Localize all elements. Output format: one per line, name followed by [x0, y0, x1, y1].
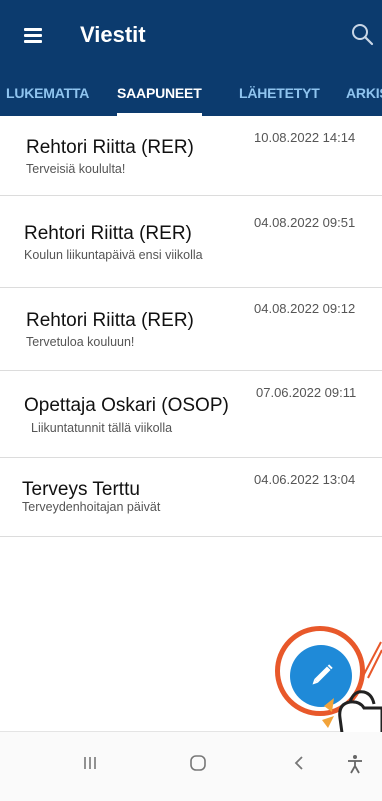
page-title: Viestit [80, 22, 146, 47]
header-bar: Viestit LUKEMATTA SAAPUNEET LÄHETETYT AR… [0, 0, 382, 116]
hamburger-menu-icon[interactable] [22, 26, 46, 44]
message-item[interactable]: Rehtori Riitta (RER) Koulun liikuntapäiv… [0, 196, 382, 288]
message-item[interactable]: Rehtori Riitta (RER) Terveisiä koululta!… [0, 116, 382, 196]
message-item[interactable]: Rehtori Riitta (RER) Tervetuloa kouluun!… [0, 288, 382, 371]
message-date: 04.08.2022 09:51 [254, 215, 356, 230]
message-item[interactable]: Terveys Terttu Terveydenhoitajan päivät … [0, 458, 382, 537]
message-list: Rehtori Riitta (RER) Terveisiä koululta!… [0, 116, 382, 537]
message-date: 10.08.2022 14:14 [254, 130, 356, 145]
compose-button[interactable] [290, 645, 352, 707]
tab-bar: LUKEMATTA SAAPUNEET LÄHETETYT ARKIS [0, 78, 382, 116]
message-preview: Terveydenhoitajan päivät [22, 500, 161, 514]
system-nav-bar [0, 732, 382, 801]
pointer-line [361, 641, 382, 679]
message-date: 07.06.2022 09:11 [256, 385, 357, 400]
message-preview: Tervetuloa kouluun! [26, 335, 135, 349]
message-item[interactable]: Opettaja Oskari (OSOP) Liikuntatunnit tä… [0, 371, 382, 458]
message-preview: Koulun liikuntapäivä ensi viikolla [24, 248, 203, 262]
message-sender: Rehtori Riitta (RER) [24, 223, 192, 244]
tab-lukematta[interactable]: LUKEMATTA [6, 78, 89, 116]
back-icon[interactable] [292, 754, 306, 772]
search-icon[interactable] [350, 22, 376, 48]
message-date: 04.08.2022 09:12 [254, 301, 356, 316]
tab-arkisto[interactable]: ARKIS [346, 78, 382, 116]
accessibility-icon[interactable] [345, 754, 365, 774]
recent-apps-icon[interactable] [82, 754, 98, 772]
app-bar: Viestit [0, 0, 382, 68]
home-icon[interactable] [189, 754, 207, 772]
message-sender: Terveys Terttu [22, 479, 140, 500]
message-preview: Liikuntatunnit tällä viikolla [31, 421, 173, 435]
tab-saapuneet[interactable]: SAAPUNEET [117, 78, 202, 116]
message-date: 04.06.2022 13:04 [254, 472, 356, 487]
tab-lahetetyt[interactable]: LÄHETETYT [239, 78, 320, 116]
pencil-icon [312, 664, 333, 685]
message-sender: Rehtori Riitta (RER) [26, 310, 194, 331]
message-preview: Terveisiä koululta! [26, 162, 126, 176]
message-sender: Rehtori Riitta (RER) [26, 137, 194, 158]
message-sender: Opettaja Oskari (OSOP) [24, 395, 229, 416]
